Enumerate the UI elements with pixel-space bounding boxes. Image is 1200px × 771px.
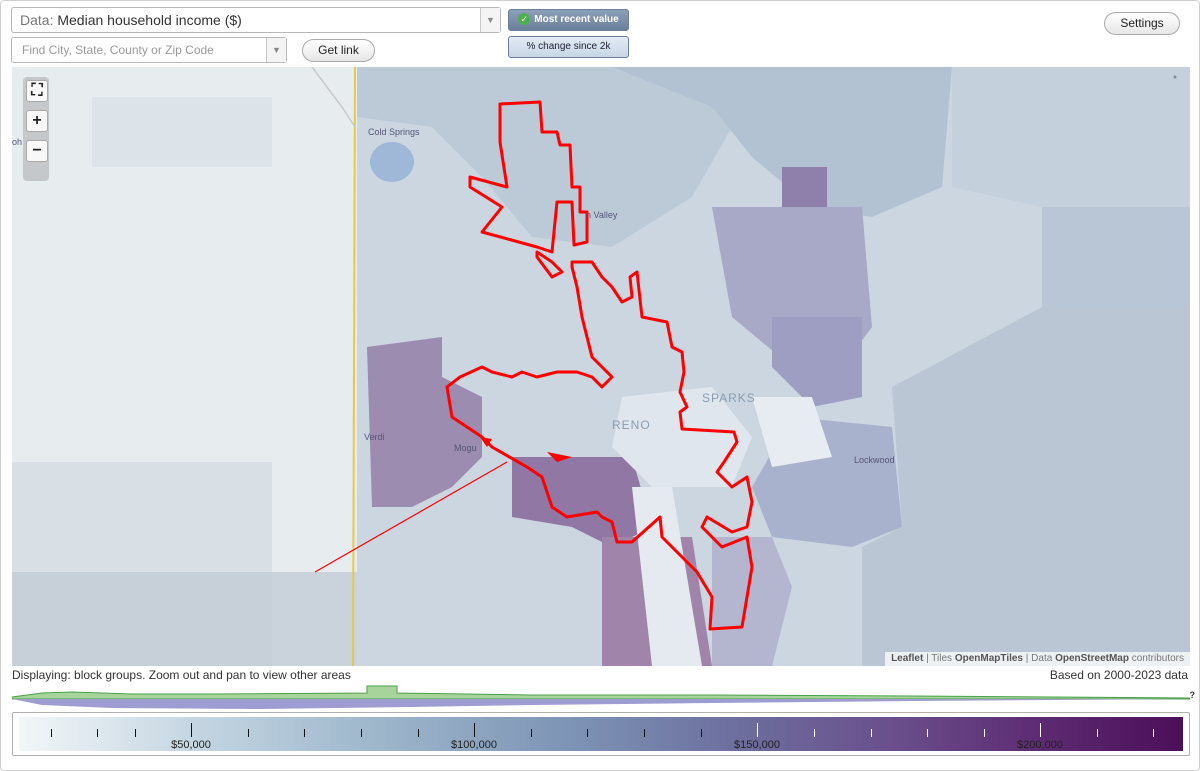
map-canvas xyxy=(12,67,1190,666)
check-icon: ✓ xyxy=(518,13,531,25)
legend-label: $150,000 xyxy=(734,739,780,751)
legend-tick xyxy=(361,729,362,737)
map-view[interactable]: Cold Springs n Valley Verdi Mogu RENO SP… xyxy=(12,67,1190,666)
osm-link[interactable]: OpenStreetMap xyxy=(1055,653,1129,664)
histogram-baseline xyxy=(12,699,1190,709)
legend-tick xyxy=(51,729,52,737)
data-select-prefix: Data: xyxy=(20,12,54,28)
histogram-recent xyxy=(12,685,1190,700)
label-edge: oh xyxy=(12,137,23,147)
legend-label: $50,000 xyxy=(171,739,211,751)
label-sparks: SPARKS xyxy=(702,391,756,405)
settings-button[interactable]: Settings xyxy=(1104,12,1180,35)
location-search[interactable]: ▼ xyxy=(11,37,287,63)
legend-tick xyxy=(418,729,419,737)
legend-tick xyxy=(531,729,532,737)
zoom-out-button[interactable]: − xyxy=(26,140,48,162)
tiles-prefix: Tiles xyxy=(931,653,953,664)
legend-tick xyxy=(587,729,588,737)
get-link-button[interactable]: Get link xyxy=(302,39,375,62)
legend-tick-major xyxy=(191,723,192,737)
label-mogul: Mogu xyxy=(454,443,477,453)
openmaptiles-link[interactable]: OpenMapTiles xyxy=(955,653,1023,664)
leaflet-link[interactable]: Leaflet xyxy=(891,653,923,664)
most-recent-label: Most recent value xyxy=(534,14,619,25)
map-dot xyxy=(1173,75,1177,79)
legend-label: $200,000 xyxy=(1017,739,1063,751)
legend-label: $100,000 xyxy=(451,739,497,751)
label-cold-springs: Cold Springs xyxy=(368,127,420,137)
legend-tick xyxy=(135,729,136,737)
legend-tick xyxy=(248,729,249,737)
zoom-controls: ⛶ + − xyxy=(23,77,49,181)
lake xyxy=(370,142,414,182)
blockgroup-purple-north xyxy=(782,167,827,207)
label-sun-valley: n Valley xyxy=(586,210,618,220)
display-note: Displaying: block groups. Zoom out and p… xyxy=(12,668,351,682)
based-on-note: Based on 2000-2023 data xyxy=(1049,668,1188,682)
legend-tick xyxy=(701,729,702,737)
chevron-down-icon[interactable]: ▼ xyxy=(480,8,500,32)
legend-tick xyxy=(871,729,872,737)
data-prefix: Data xyxy=(1031,653,1053,664)
tract-south xyxy=(12,572,357,666)
fullscreen-icon[interactable]: ⛶ xyxy=(26,80,48,102)
label-lockwood: Lockwood xyxy=(854,455,895,465)
legend: $50,000 $100,000 $150,000 $200,000 xyxy=(12,712,1190,756)
legend-tick xyxy=(927,729,928,737)
histogram xyxy=(12,685,1190,709)
chevron-down-icon[interactable]: ▼ xyxy=(266,38,286,62)
legend-tick xyxy=(97,729,98,737)
help-icon[interactable]: ? xyxy=(1190,690,1196,700)
label-verdi: Verdi xyxy=(364,432,385,442)
legend-tick xyxy=(1153,729,1154,737)
legend-tick xyxy=(644,729,645,737)
label-reno: RENO xyxy=(612,418,651,432)
data-select-value: Median household income ($) xyxy=(57,12,242,28)
legend-tick xyxy=(814,729,815,737)
legend-tick xyxy=(1097,729,1098,737)
percent-change-toggle[interactable]: % change since 2k xyxy=(508,36,629,58)
contributors-text: contributors xyxy=(1131,653,1184,664)
legend-tick xyxy=(984,729,985,737)
data-select[interactable]: Data: Median household income ($) ▼ xyxy=(11,7,501,33)
blockgroup-far-east xyxy=(1042,207,1190,307)
zoom-in-button[interactable]: + xyxy=(26,110,48,132)
map-attribution: Leaflet | Tiles OpenMapTiles | Data Open… xyxy=(885,652,1190,666)
tract-northwest xyxy=(92,97,272,167)
legend-tick-major xyxy=(474,723,475,737)
legend-tick xyxy=(304,729,305,737)
legend-tick-major xyxy=(757,723,758,737)
search-input[interactable] xyxy=(20,39,270,61)
most-recent-toggle[interactable]: ✓ Most recent value xyxy=(508,9,629,31)
legend-tick-major xyxy=(1040,723,1041,737)
